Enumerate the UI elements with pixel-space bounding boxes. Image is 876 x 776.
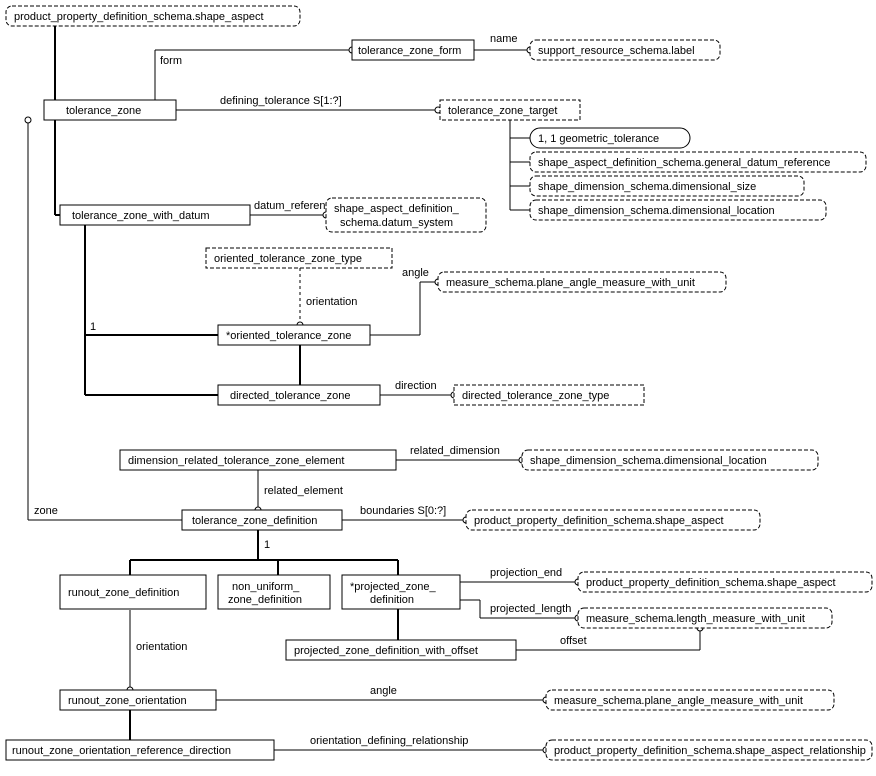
- node-shape-aspect3: product_property_definition_schema.shape…: [578, 572, 872, 592]
- svg-text:runout_zone_definition: runout_zone_definition: [68, 587, 179, 599]
- node-dimensional-location: shape_dimension_schema.dimensional_locat…: [530, 200, 826, 220]
- svg-text:measure_schema.plane_angle_mea: measure_schema.plane_angle_measure_with_…: [554, 695, 803, 707]
- label-one: 1: [90, 321, 96, 333]
- node-geometric-tolerance: 1, 1 geometric_tolerance: [530, 128, 690, 148]
- node-shape-aspect-relationship: product_property_definition_schema.shape…: [546, 740, 872, 760]
- svg-text:shape_aspect_definition_: shape_aspect_definition_: [334, 203, 460, 215]
- svg-text:directed_tolerance_zone_type: directed_tolerance_zone_type: [462, 390, 609, 402]
- node-directed-tolerance-zone: directed_tolerance_zone: [218, 385, 380, 405]
- node-projected-zone-def-offset: projected_zone_definition_with_offset: [286, 640, 516, 660]
- label-projection-end: projection_end: [490, 567, 562, 579]
- node-tolerance-zone-with-datum: tolerance_zone_with_datum: [60, 205, 250, 225]
- node-oriented-tolerance-zone: *oriented_tolerance_zone: [218, 325, 370, 345]
- svg-text:runout_zone_orientation: runout_zone_orientation: [68, 695, 187, 707]
- label-one-2: 1: [264, 539, 270, 551]
- node-tolerance-zone-target: tolerance_zone_target: [440, 100, 580, 120]
- label-angle2: angle: [370, 685, 397, 697]
- svg-text:measure_schema.plane_angle_mea: measure_schema.plane_angle_measure_with_…: [446, 277, 695, 289]
- node-runout-zone-orientation: runout_zone_orientation: [60, 690, 216, 710]
- node-oriented-tz-type: oriented_tolerance_zone_type: [206, 248, 392, 268]
- svg-text:product_property_definition_sc: product_property_definition_schema.shape…: [14, 11, 264, 23]
- node-shape-aspect2: product_property_definition_schema.shape…: [466, 510, 760, 530]
- label-datum-reference: datum_reference: [254, 200, 337, 212]
- svg-text:dimension_related_tolerance_zo: dimension_related_tolerance_zone_element: [128, 455, 344, 467]
- node-non-uniform-zone-def: non_uniform_ zone_definition: [218, 575, 330, 609]
- label-orientation2: orientation: [136, 641, 187, 653]
- svg-text:directed_tolerance_zone: directed_tolerance_zone: [230, 390, 350, 402]
- svg-text:tolerance_zone: tolerance_zone: [66, 105, 141, 117]
- svg-text:shape_dimension_schema.dimensi: shape_dimension_schema.dimensional_locat…: [530, 455, 767, 467]
- node-shape-aspect: product_property_definition_schema.shape…: [6, 6, 300, 26]
- svg-text:shape_dimension_schema.dimensi: shape_dimension_schema.dimensional_locat…: [538, 205, 775, 217]
- svg-text:product_property_definition_sc: product_property_definition_schema.shape…: [554, 745, 866, 757]
- node-projected-zone-def: *projected_zone_ definition: [342, 575, 460, 609]
- svg-text:runout_zone_orientation_refere: runout_zone_orientation_reference_direct…: [12, 745, 231, 757]
- node-plane-angle-measure2: measure_schema.plane_angle_measure_with_…: [546, 690, 834, 710]
- svg-text:schema.datum_system: schema.datum_system: [340, 217, 453, 229]
- node-tolerance-zone-form: tolerance_zone_form: [352, 40, 474, 60]
- svg-text:zone_definition: zone_definition: [228, 594, 302, 606]
- node-runout-zone-orientation-ref-dir: runout_zone_orientation_reference_direct…: [6, 740, 274, 760]
- node-dimensional-size: shape_dimension_schema.dimensional_size: [530, 176, 804, 196]
- node-length-measure: measure_schema.length_measure_with_unit: [578, 608, 832, 628]
- svg-text:shape_dimension_schema.dimensi: shape_dimension_schema.dimensional_size: [538, 181, 756, 193]
- label-zone: zone: [34, 505, 58, 517]
- label-projected-length: projected_length: [490, 603, 571, 615]
- svg-text:tolerance_zone_definition: tolerance_zone_definition: [192, 515, 317, 527]
- label-name: name: [490, 33, 518, 45]
- svg-text:1, 1 geometric_tolerance: 1, 1 geometric_tolerance: [538, 133, 659, 145]
- svg-text:tolerance_zone_form: tolerance_zone_form: [358, 45, 461, 57]
- label-orientation-defining-relationship: orientation_defining_relationship: [310, 735, 468, 747]
- label-related-element: related_element: [264, 485, 343, 497]
- node-tolerance-zone-definition: tolerance_zone_definition: [182, 510, 342, 530]
- node-support-label: support_resource_schema.label: [530, 40, 720, 60]
- node-datum-system: shape_aspect_definition_ schema.datum_sy…: [326, 198, 486, 232]
- svg-text:oriented_tolerance_zone_type: oriented_tolerance_zone_type: [214, 253, 362, 265]
- node-plane-angle-measure: measure_schema.plane_angle_measure_with_…: [438, 272, 726, 292]
- svg-text:tolerance_zone_with_datum: tolerance_zone_with_datum: [72, 210, 210, 222]
- svg-text:*oriented_tolerance_zone: *oriented_tolerance_zone: [226, 330, 351, 342]
- label-orientation: orientation: [306, 296, 357, 308]
- node-runout-zone-definition: runout_zone_definition: [60, 575, 206, 609]
- svg-text:tolerance_zone_target: tolerance_zone_target: [448, 105, 557, 117]
- label-direction: direction: [395, 380, 437, 392]
- label-related-dimension: related_dimension: [410, 445, 500, 457]
- label-angle: angle: [402, 267, 429, 279]
- node-dimensional-location2: shape_dimension_schema.dimensional_locat…: [522, 450, 818, 470]
- node-directed-tz-type: directed_tolerance_zone_type: [454, 385, 644, 405]
- svg-text:non_uniform_: non_uniform_: [232, 581, 300, 593]
- svg-text:product_property_definition_sc: product_property_definition_schema.shape…: [586, 577, 836, 589]
- svg-text:measure_schema.length_measure_: measure_schema.length_measure_with_unit: [586, 613, 805, 625]
- node-tolerance-zone: tolerance_zone: [44, 100, 176, 120]
- label-offset: offset: [560, 635, 587, 647]
- label-boundaries: boundaries S[0:?]: [360, 505, 446, 517]
- svg-text:projected_zone_definition_with: projected_zone_definition_with_offset: [294, 645, 478, 657]
- node-general-datum-ref: shape_aspect_definition_schema.general_d…: [530, 152, 866, 172]
- svg-text:shape_aspect_definition_schema: shape_aspect_definition_schema.general_d…: [538, 157, 830, 169]
- svg-text:definition: definition: [370, 594, 414, 606]
- svg-text:*projected_zone_: *projected_zone_: [350, 581, 437, 593]
- node-dim-related-tz-element: dimension_related_tolerance_zone_element: [120, 450, 396, 470]
- svg-text:product_property_definition_sc: product_property_definition_schema.shape…: [474, 515, 724, 527]
- svg-text:support_resource_schema.label: support_resource_schema.label: [538, 45, 695, 57]
- label-defining-tolerance: defining_tolerance S[1:?]: [220, 95, 342, 107]
- label-form: form: [160, 55, 182, 67]
